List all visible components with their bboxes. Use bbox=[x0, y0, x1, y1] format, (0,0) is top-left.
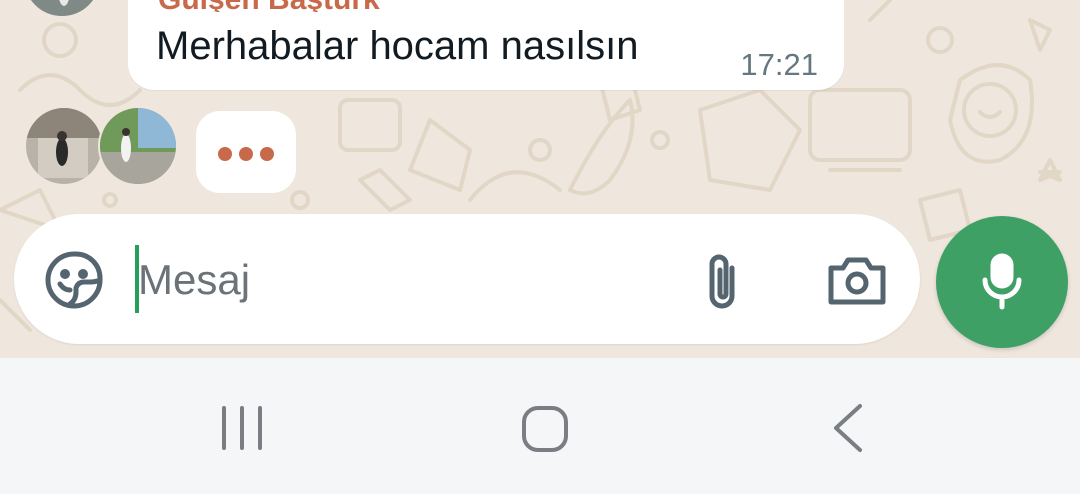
message-composer bbox=[14, 214, 920, 344]
sticker-smiley-icon[interactable] bbox=[44, 250, 104, 310]
recent-apps-icon[interactable] bbox=[202, 396, 282, 460]
chat-screen: Gülşen Baştürk Merhabalar hocam nasılsın… bbox=[0, 0, 1080, 494]
typing-avatar-1[interactable] bbox=[24, 106, 104, 186]
back-icon[interactable] bbox=[808, 396, 888, 460]
typing-dot bbox=[239, 147, 253, 161]
typing-avatar-2-image bbox=[100, 108, 176, 184]
paperclip-icon[interactable] bbox=[698, 250, 746, 314]
typing-avatar-1-image bbox=[26, 108, 102, 184]
home-icon[interactable] bbox=[504, 396, 584, 460]
sender-name[interactable]: Gülşen Baştürk bbox=[158, 0, 558, 12]
typing-indicator-bubble bbox=[196, 111, 296, 193]
system-navigation-bar bbox=[0, 358, 1080, 494]
microphone-icon[interactable] bbox=[936, 216, 1068, 348]
typing-avatar-2[interactable] bbox=[98, 106, 178, 186]
typing-dot bbox=[260, 147, 274, 161]
message-bubble[interactable]: Gülşen Baştürk Merhabalar hocam nasılsın… bbox=[128, 0, 844, 90]
message-input[interactable] bbox=[138, 250, 678, 310]
camera-icon[interactable] bbox=[826, 252, 888, 308]
typing-dot bbox=[218, 147, 232, 161]
message-text: Merhabalar hocam nasılsın bbox=[156, 24, 639, 68]
message-time: 17:21 bbox=[740, 47, 818, 82]
